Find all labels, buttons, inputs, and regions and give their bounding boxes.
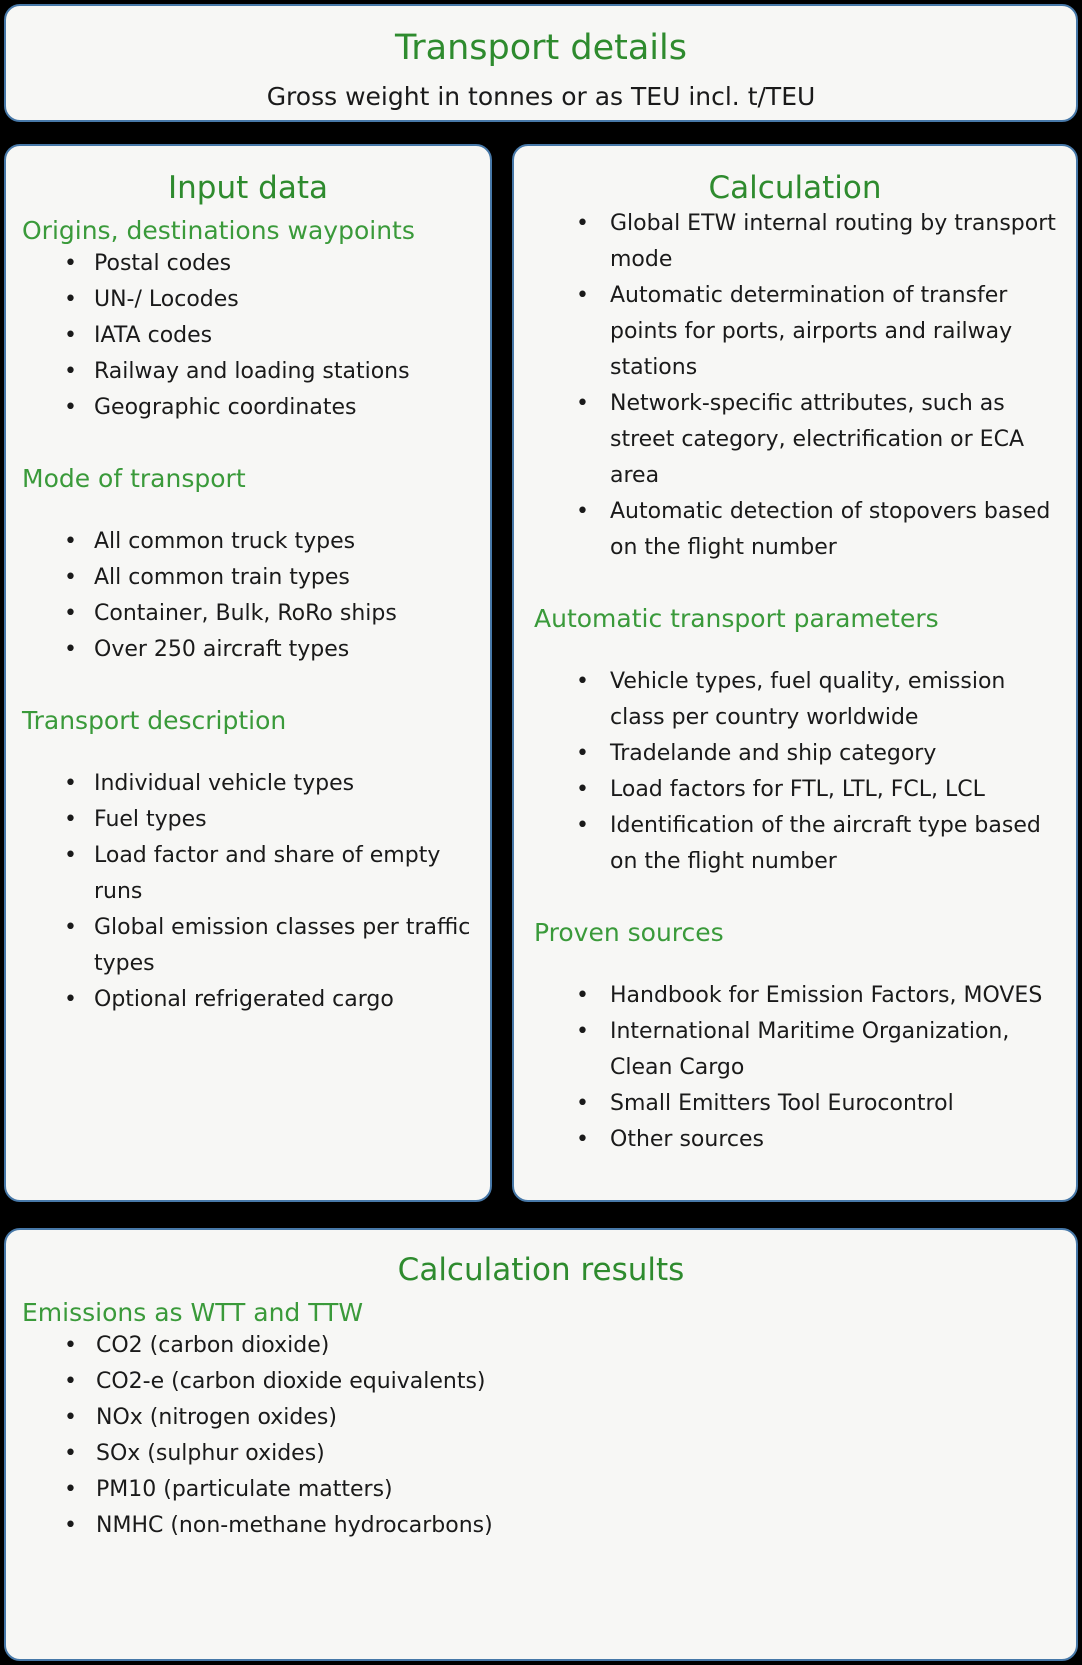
calculation-results-title: Calculation results [397, 1252, 685, 1288]
list-item: Automatic detection of stopovers based o… [514, 494, 1076, 566]
mode-of-transport-list: All common truck types All common train … [6, 524, 490, 668]
section-mode-of-transport: Mode of transport All common truck types… [6, 464, 490, 668]
page-title: Transport details [395, 28, 687, 68]
list-item: Railway and loading stations [6, 354, 490, 390]
section-emissions: Emissions as WTT and TTW CO2 (carbon dio… [6, 1298, 1076, 1544]
calculation-results-card: Calculation results Emissions as WTT and… [4, 1228, 1078, 1661]
transport-description-list: Individual vehicle types Fuel types Load… [6, 766, 490, 1018]
section-heading: Emissions as WTT and TTW [22, 1298, 364, 1327]
list-item: Network-specific attributes, such as str… [514, 386, 1076, 494]
list-item: NOx (nitrogen oxides) [6, 1400, 1076, 1436]
list-item: Load factor and share of empty runs [6, 838, 490, 910]
list-item: Vehicle types, fuel quality, emission cl… [514, 664, 1076, 736]
list-item: Individual vehicle types [6, 766, 490, 802]
section-heading: Mode of transport [22, 464, 246, 493]
list-item: All common train types [6, 560, 490, 596]
list-item: PM10 (particulate matters) [6, 1472, 1076, 1508]
section-heading: Proven sources [534, 918, 724, 947]
list-item: Automatic determination of transfer poin… [514, 278, 1076, 386]
list-item: Other sources [514, 1122, 1076, 1158]
section-heading: Transport description [22, 706, 287, 735]
section-origins: Origins, destinations waypoints Postal c… [6, 216, 490, 426]
list-item: Geographic coordinates [6, 390, 490, 426]
origins-list: Postal codes UN-/ Locodes IATA codes Rai… [6, 246, 490, 426]
calculation-intro-list: Global ETW internal routing by transport… [514, 206, 1076, 566]
automatic-transport-parameters-list: Vehicle types, fuel quality, emission cl… [514, 664, 1076, 880]
list-item: Global emission classes per traffic type… [6, 910, 490, 982]
section-heading: Origins, destinations waypoints [22, 216, 415, 245]
section-heading: Automatic transport parameters [534, 604, 939, 633]
list-item: CO2-e (carbon dioxide equivalents) [6, 1364, 1076, 1400]
section-automatic-transport-parameters: Automatic transport parameters Vehicle t… [514, 604, 1076, 880]
section-transport-description: Transport description Individual vehicle… [6, 706, 490, 1018]
list-item: All common truck types [6, 524, 490, 560]
transport-details-header-card: Transport details Gross weight in tonnes… [4, 4, 1078, 122]
list-item: IATA codes [6, 318, 490, 354]
list-item: Over 250 aircraft types [6, 632, 490, 668]
list-item: CO2 (carbon dioxide) [6, 1328, 1076, 1364]
list-item: Tradelande and ship category [514, 736, 1076, 772]
list-item: UN-/ Locodes [6, 282, 490, 318]
emissions-list: CO2 (carbon dioxide) CO2-e (carbon dioxi… [6, 1328, 1076, 1544]
list-item: NMHC (non-methane hydrocarbons) [6, 1508, 1076, 1544]
section-proven-sources: Proven sources Handbook for Emission Fac… [514, 918, 1076, 1158]
calculation-title: Calculation [708, 170, 882, 206]
input-data-card: Input data Origins, destinations waypoin… [4, 144, 492, 1202]
calculation-card: Calculation Global ETW internal routing … [512, 144, 1078, 1202]
proven-sources-list: Handbook for Emission Factors, MOVES Int… [514, 978, 1076, 1158]
list-item: Small Emitters Tool Eurocontrol [514, 1086, 1076, 1122]
list-item: International Maritime Organization, Cle… [514, 1014, 1076, 1086]
list-item: Container, Bulk, RoRo ships [6, 596, 490, 632]
list-item: Optional refrigerated cargo [6, 982, 490, 1018]
list-item: Fuel types [6, 802, 490, 838]
list-item: Global ETW internal routing by transport… [514, 206, 1076, 278]
infographic-page: Transport details Gross weight in tonnes… [0, 0, 1082, 1665]
list-item: Postal codes [6, 246, 490, 282]
page-subtitle: Gross weight in tonnes or as TEU incl. t… [266, 82, 816, 111]
list-item: Handbook for Emission Factors, MOVES [514, 978, 1076, 1014]
input-data-title: Input data [168, 170, 328, 206]
list-item: Load factors for FTL, LTL, FCL, LCL [514, 772, 1076, 808]
list-item: SOx (sulphur oxides) [6, 1436, 1076, 1472]
list-item: Identification of the aircraft type base… [514, 808, 1076, 880]
